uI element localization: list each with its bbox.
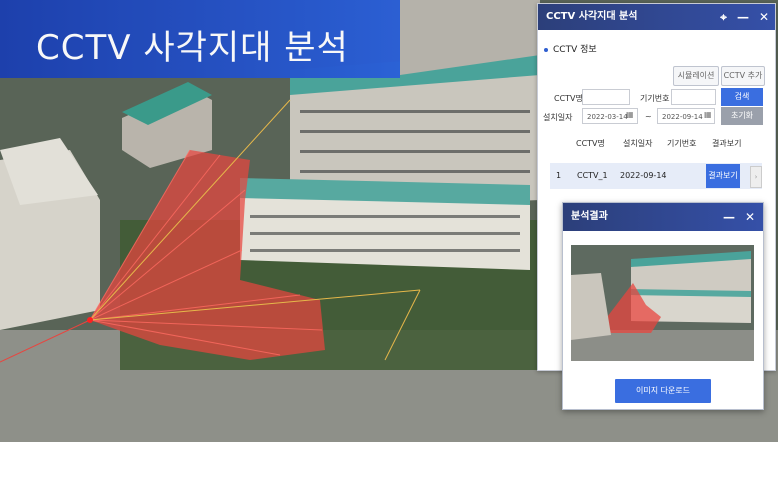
bullet-icon [544,47,548,52]
row-number: 1 [556,171,562,180]
row-cctv-name: CCTV_1 [577,171,608,180]
column-header: 기기번호 [667,139,697,148]
date-separator: ~ [645,112,652,121]
calendar-icon[interactable]: ▦ [704,110,712,119]
reset-button[interactable]: 초기화 [721,107,763,125]
popup-header: 분석결과 — ✕ [563,203,763,231]
date-from-value: 2022-03-14 [587,113,628,121]
add-cctv-button[interactable]: CCTV 추가 [721,66,765,86]
minimize-icon[interactable]: — [723,203,735,231]
close-icon[interactable]: ✕ [745,203,755,231]
minimize-icon[interactable]: — [737,4,749,30]
column-header: 결과보기 [712,139,742,148]
install-date-label: 설치일자 [543,113,573,122]
title-banner: CCTV 사각지대 분석 [0,0,400,78]
simulation-button[interactable]: 시뮬레이션 [673,66,719,86]
device-number-label: 기기번호 [640,94,670,103]
device-number-input[interactable] [671,89,716,105]
result-image [571,245,754,361]
row-install-date: 2022-09-14 [620,171,667,180]
panel-header: CCTV 사각지대 분석 ⌖ — ✕ [538,4,775,30]
view-result-button[interactable]: 결과보기 [706,164,740,188]
panel-title: CCTV 사각지대 분석 [546,11,638,22]
analysis-result-popup: 분석결과 — ✕ 이미지 다운로드 [562,202,764,410]
scroll-handle[interactable]: › [750,166,762,188]
section-title: CCTV 정보 [544,42,597,55]
date-to-value: 2022-09-14 [662,113,703,121]
cctv-name-input[interactable] [582,89,630,105]
cctv-name-label: CCTV명 [554,94,583,103]
section-label-text: CCTV 정보 [553,45,597,55]
image-download-button[interactable]: 이미지 다운로드 [615,379,711,403]
column-header: CCTV명 [576,139,605,148]
popup-title: 분석결과 [571,211,608,222]
banner-title: CCTV 사각지대 분석 [36,28,349,68]
close-icon[interactable]: ✕ [759,4,769,30]
map-pin-icon[interactable]: ⌖ [720,4,727,30]
calendar-icon[interactable]: ▦ [626,110,634,119]
search-button[interactable]: 검색 [721,88,763,106]
column-header: 설치일자 [623,139,653,148]
